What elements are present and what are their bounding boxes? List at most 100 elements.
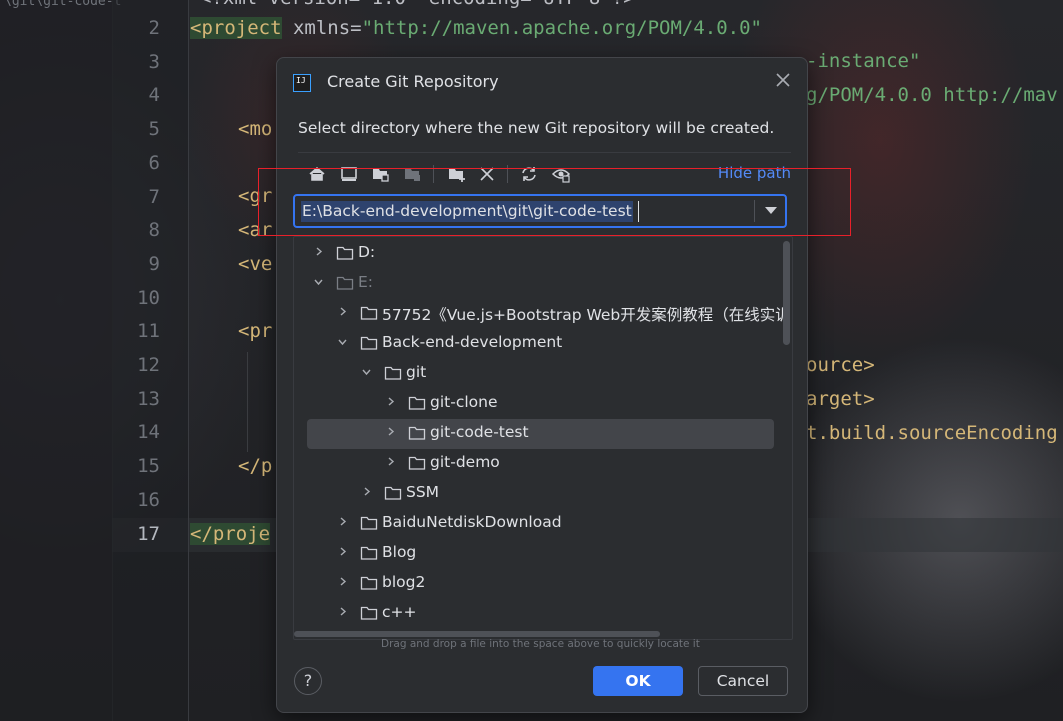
folder-icon	[360, 605, 378, 621]
code-line-3: -instance"	[806, 50, 920, 72]
line-number: 16	[137, 488, 160, 511]
chevron-right-icon[interactable]	[314, 247, 323, 256]
code-tag: t.build.sourceEncoding	[806, 422, 1058, 444]
folder-icon	[360, 545, 378, 561]
tree-row[interactable]: 57752《Vue.js+Bootstrap Web开发案例教程（在线实训	[294, 299, 791, 329]
folder-icon	[360, 305, 378, 321]
line-number: 11	[137, 320, 160, 343]
code-line-17: </proje	[190, 523, 271, 545]
line-number: 4	[148, 84, 160, 107]
tree-row[interactable]: BaiduNetdiskDownload	[294, 509, 774, 539]
tree-row[interactable]: blog2	[294, 569, 774, 599]
close-icon[interactable]	[773, 70, 793, 90]
tree-row[interactable]: c++	[294, 599, 774, 629]
chevron-down-icon[interactable]	[314, 277, 323, 286]
tree-row[interactable]: Back-end-development	[294, 329, 774, 359]
line-number: 3	[148, 50, 160, 73]
tree-row[interactable]: git	[294, 359, 774, 389]
chevron-right-icon[interactable]	[338, 577, 347, 586]
line-number: 12	[137, 354, 160, 376]
tree-row[interactable]: git-demo	[294, 449, 774, 479]
line-number: 15	[137, 455, 160, 478]
chevron-right-icon[interactable]	[338, 517, 347, 526]
code-tag: <pr	[238, 320, 273, 342]
folder-icon	[384, 485, 402, 501]
line-number-gutter: 2 3 4 5 6 7 8 9 10 11 12 13 14 15 16 17	[112, 0, 189, 721]
line-number: 13	[137, 387, 160, 410]
code-line-12: ource>	[806, 354, 875, 376]
folder-icon	[360, 515, 378, 531]
code-string: "http://maven.apache.org/POM/4.0.0"	[361, 17, 762, 39]
tree-row[interactable]: git-code-test	[294, 419, 774, 449]
directory-tree[interactable]: D: E: 57752《Vue.js+Bootstrap Web开发案例教程（在线实…	[293, 236, 793, 640]
chevron-right-icon[interactable]	[338, 607, 347, 616]
chevron-right-icon[interactable]	[386, 427, 395, 436]
folder-icon	[408, 425, 426, 441]
line-number: 10	[137, 286, 160, 309]
code-attr: xmlns=	[281, 17, 362, 39]
line-number: 9	[148, 252, 160, 275]
code-line-4: g/POM/4.0.0 http://mav	[806, 84, 1058, 106]
tree-row-label: git	[406, 363, 427, 381]
code-line-15: </p	[238, 455, 272, 477]
folder-icon	[360, 335, 378, 351]
create-git-repository-dialog: Create Git Repository Select directory w…	[276, 57, 808, 713]
chevron-right-icon[interactable]	[386, 397, 395, 406]
divider	[298, 152, 791, 153]
chevron-right-icon[interactable]	[386, 457, 395, 466]
folder-icon	[336, 275, 354, 291]
tree-row-label: BaiduNetdiskDownload	[382, 513, 562, 531]
code-line-2: <project xmlns="http://maven.apache.org/…	[190, 17, 762, 39]
code-tag: <ve	[238, 253, 273, 275]
code-tag: <project	[190, 17, 282, 39]
tree-row-label: 57752《Vue.js+Bootstrap Web开发案例教程（在线实训	[382, 306, 791, 324]
folder-icon	[360, 575, 378, 591]
intellij-logo-icon	[293, 74, 311, 92]
chevron-down-icon[interactable]	[338, 337, 347, 346]
chevron-right-icon[interactable]	[338, 307, 347, 316]
tree-row-label: c++	[382, 603, 417, 621]
tree-row[interactable]: E:	[294, 269, 774, 299]
tree-row[interactable]: Blog	[294, 539, 774, 569]
project-panel: \git\git-code-t	[0, 0, 121, 721]
tree-row-label: SSM	[406, 483, 440, 501]
code-line-14: t.build.sourceEncoding	[806, 422, 1058, 444]
annotation-highlight-box	[258, 168, 851, 236]
code-tag: <mo	[238, 118, 273, 140]
tree-row-label: Blog	[382, 543, 417, 561]
horizontal-scrollbar[interactable]	[294, 631, 660, 637]
code-line-1: <?xml version="1.0" encoding="UTF-8"?>	[200, 0, 635, 9]
tree-row-label: E:	[358, 273, 374, 291]
tree-row[interactable]: git-clone	[294, 389, 774, 419]
selection-highlight	[307, 419, 774, 449]
line-number: 7	[148, 185, 160, 208]
tree-row-label: blog2	[382, 573, 426, 591]
line-number: 17	[137, 522, 160, 545]
ok-button[interactable]: OK	[593, 666, 683, 696]
chevron-down-icon[interactable]	[362, 367, 371, 376]
line-number: 2	[148, 17, 160, 39]
folder-icon	[408, 395, 426, 411]
chevron-right-icon[interactable]	[338, 547, 347, 556]
dialog-description: Select directory where the new Git repos…	[298, 119, 775, 137]
chevron-right-icon[interactable]	[362, 487, 371, 496]
help-button[interactable]: ?	[294, 667, 322, 695]
vertical-scrollbar[interactable]	[783, 241, 790, 345]
line-number: 6	[148, 151, 160, 174]
code-tag: arget>	[806, 388, 875, 410]
tree-row-label: D:	[358, 243, 376, 261]
tree-row[interactable]: SSM	[294, 479, 774, 509]
tree-row-label: git-code-test	[430, 423, 529, 441]
cancel-button[interactable]: Cancel	[698, 666, 788, 696]
code-text: <?xml version="1.0" encoding="UTF-8"?>	[200, 0, 635, 9]
line-number: 5	[148, 118, 160, 141]
drag-drop-hint: Drag and drop a file into the space abov…	[381, 638, 700, 650]
folder-icon	[336, 245, 354, 261]
tree-row[interactable]: D:	[294, 239, 774, 269]
indent-guide	[247, 352, 248, 452]
code-string: -instance"	[806, 50, 921, 72]
code-tag: </p	[238, 455, 273, 477]
code-line-9: <ve	[238, 253, 272, 275]
project-breadcrumb[interactable]: \git\git-code-t	[4, 0, 121, 9]
code-tag: ource>	[806, 354, 875, 376]
